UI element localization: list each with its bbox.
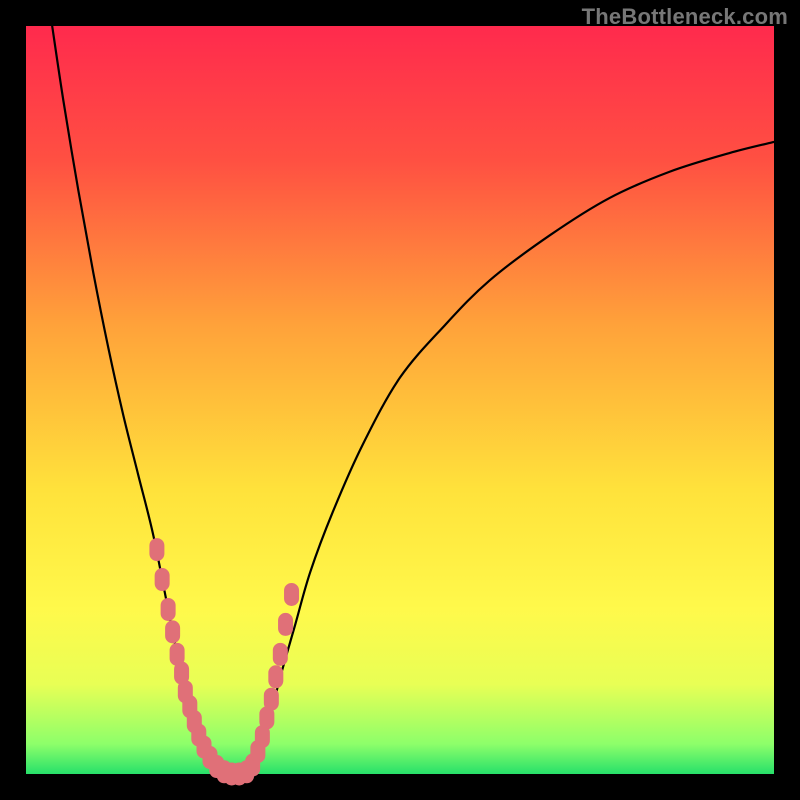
frame-top xyxy=(0,0,800,26)
frame-right xyxy=(774,0,800,800)
frame-left xyxy=(0,0,26,800)
frame-bottom xyxy=(0,774,800,800)
plot-gradient-background xyxy=(26,26,774,774)
